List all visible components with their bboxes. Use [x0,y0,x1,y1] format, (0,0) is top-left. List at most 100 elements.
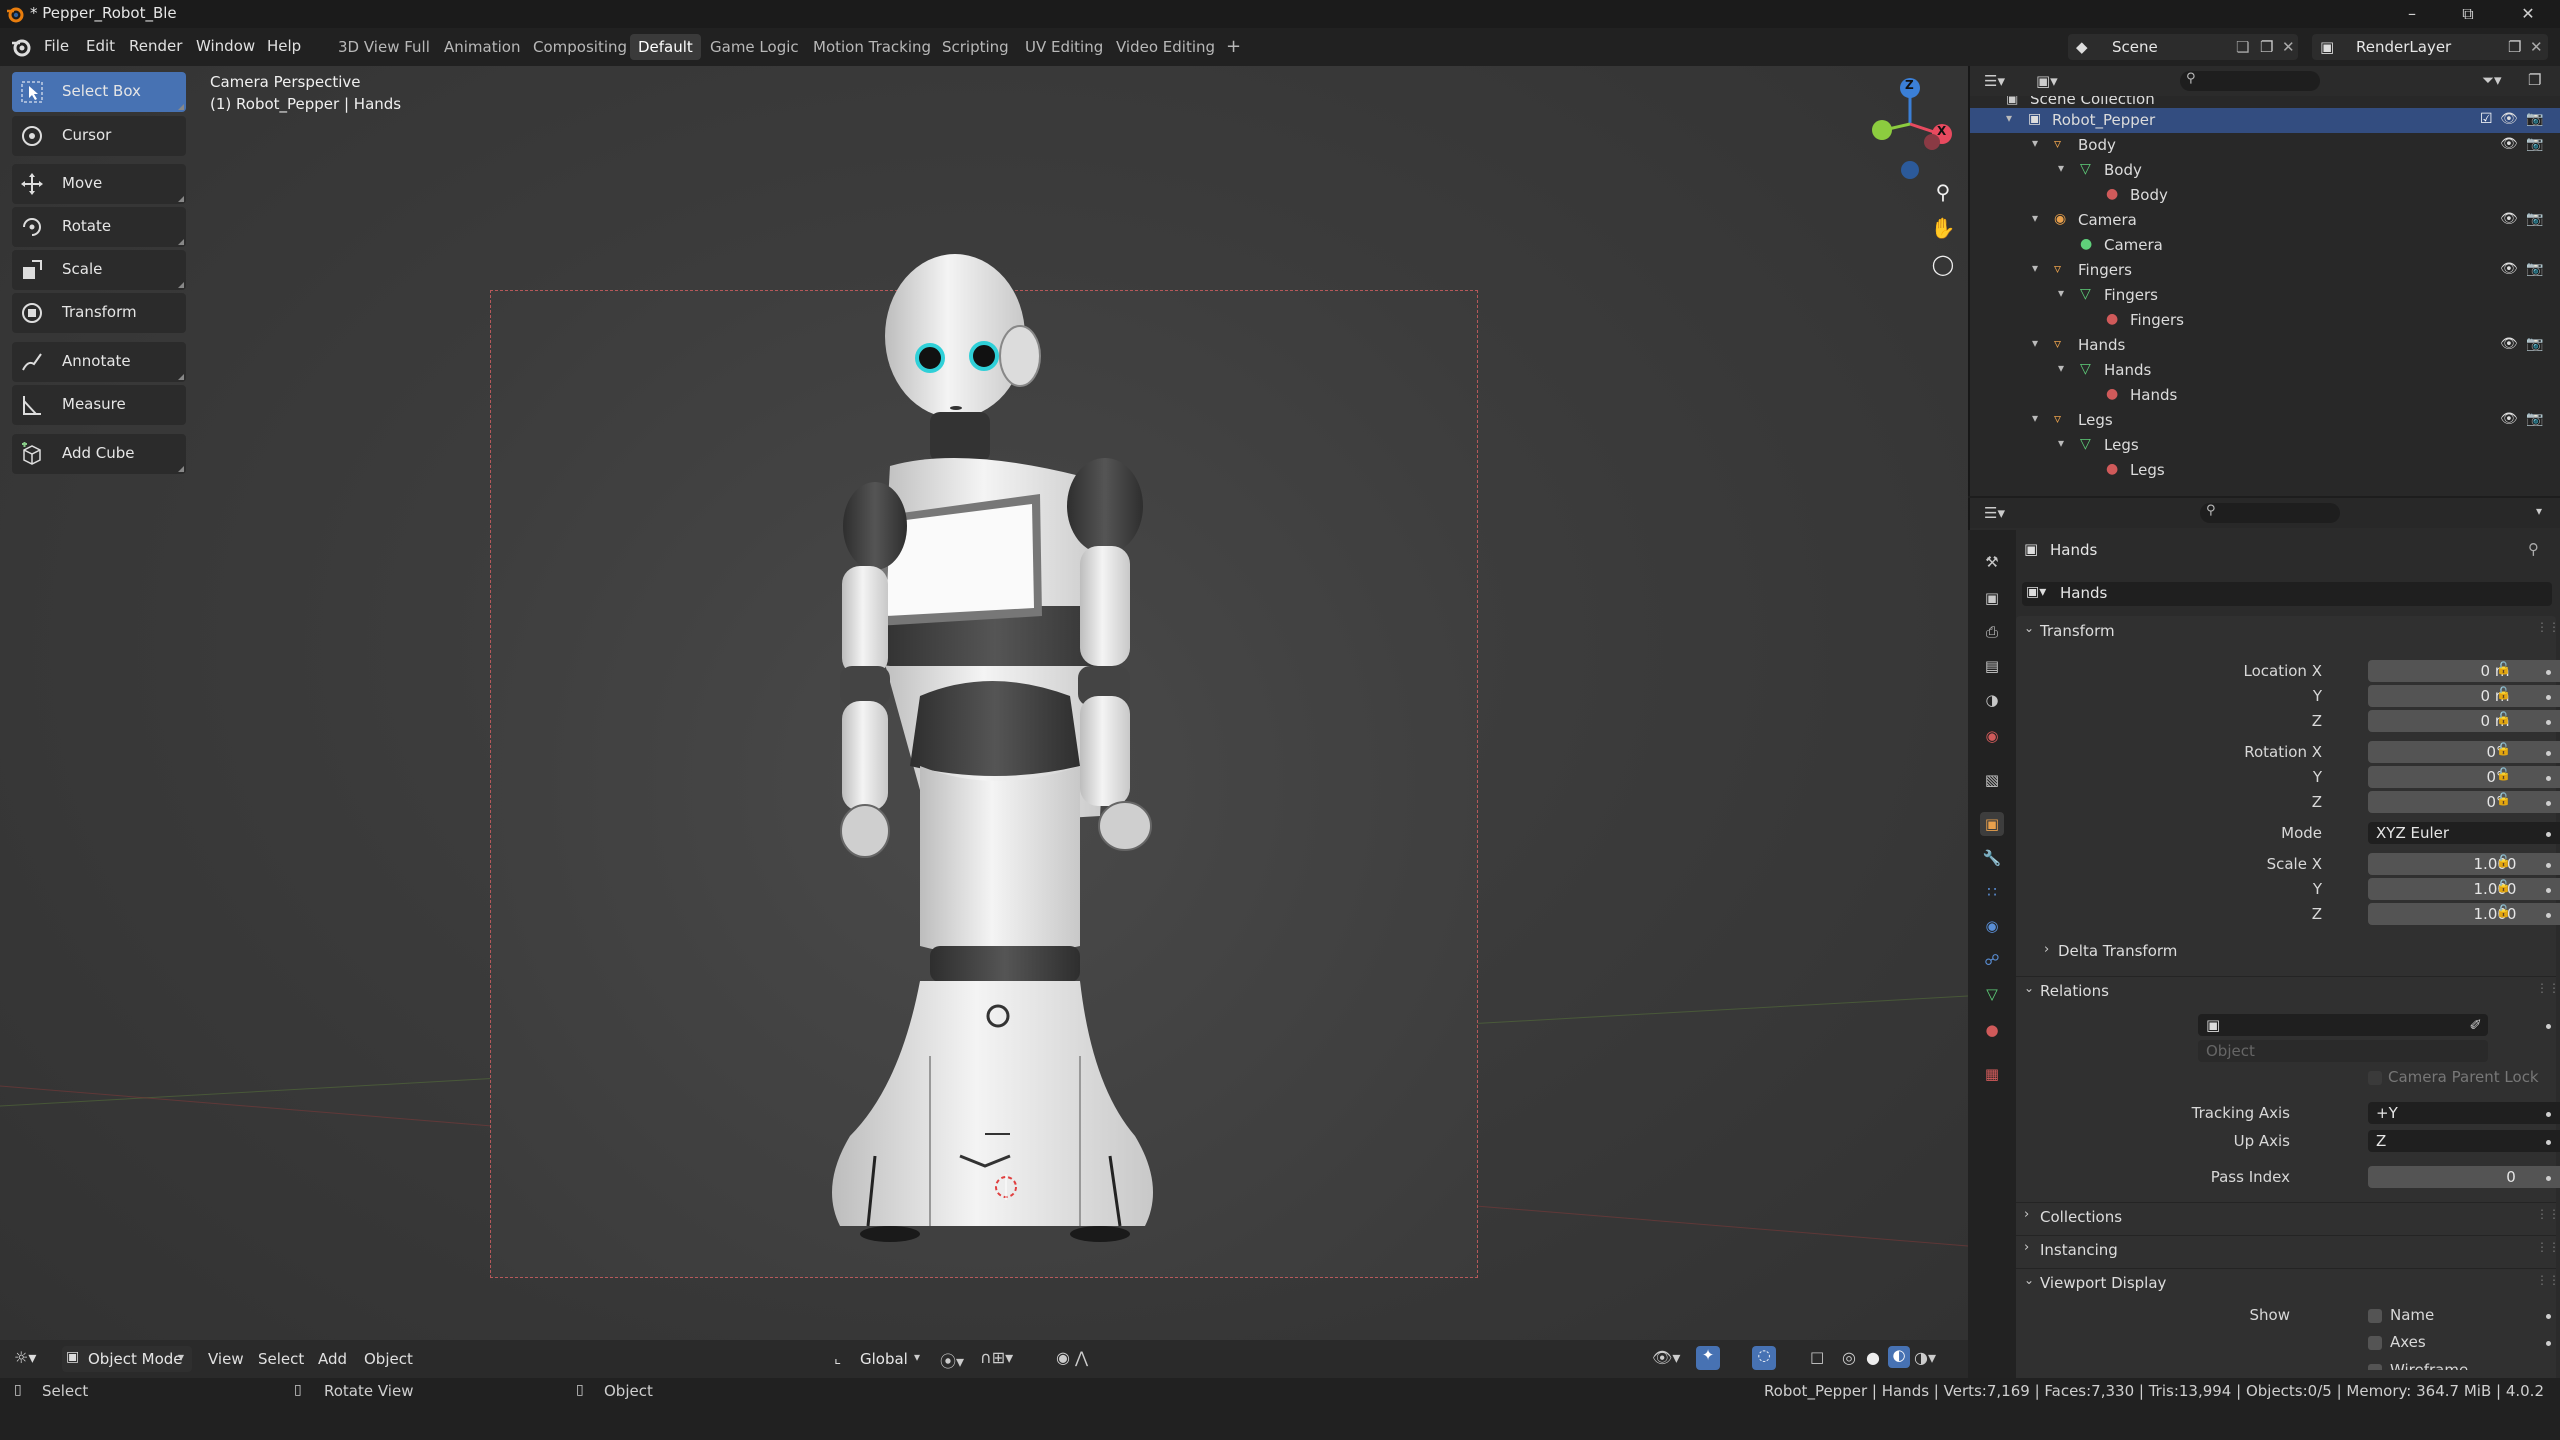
tool-transform[interactable]: Transform [12,293,186,333]
instancing-section-header[interactable]: › Instancing ⋮⋮ [2016,1235,2560,1264]
keyframe-dot-icon[interactable] [2546,776,2551,781]
show-axes-checkbox[interactable] [2368,1336,2382,1350]
add-workspace-icon[interactable]: + [1218,34,1249,60]
drag-handle-icon[interactable]: ⋮⋮ [2536,981,2560,995]
pin-icon[interactable]: ⚲ [2528,540,2539,558]
tab-scripting[interactable]: Scripting [934,34,1017,60]
keyframe-dot-icon[interactable] [2546,832,2551,837]
outliner-item[interactable]: ▾ ▽ Body [1970,158,2560,183]
tool-add-cube[interactable]: Add Cube [12,434,186,474]
keyframe-dot-icon[interactable] [2546,1112,2551,1117]
scene-tab-icon[interactable]: ◑ [1980,688,2004,712]
relations-section-header[interactable]: ⌄ Relations ⋮⋮ [2016,976,2560,1005]
editor-type-icon[interactable]: ☼▾ [14,1348,36,1367]
rotation-x-field[interactable]: 0° [2368,741,2560,763]
outliner-item[interactable]: ▾ ▿ Fingers 👁 📷 [1970,258,2560,283]
expand-toggle-icon[interactable]: ▾ [2032,261,2038,275]
outliner-item[interactable]: ▾ ▿ Legs 👁 📷 [1970,408,2560,433]
orientation-selector[interactable]: ⌞ Global ▾ [830,1346,930,1372]
world-tab-icon[interactable]: ◉ [1980,724,2004,748]
outliner-item[interactable]: ● Body [1970,183,2560,208]
location-z-field[interactable]: 0 m [2368,710,2560,732]
view-layer-tab-icon[interactable]: ▤ [1980,654,2004,678]
lock-icon[interactable]: 🔓 [2496,686,2511,700]
keyframe-dot-icon[interactable] [2546,1314,2551,1319]
filter-icon[interactable]: ⏷▾ [2482,71,2502,89]
tab-motion-tracking[interactable]: Motion Tracking [805,34,939,60]
lock-icon[interactable]: 🔓 [2496,742,2511,756]
pass-index-field[interactable]: 0 [2368,1166,2560,1188]
expand-toggle-icon[interactable]: ▾ [2032,211,2038,225]
rotation-z-field[interactable]: 0° [2368,791,2560,813]
display-mode-icon[interactable]: ☰▾ [1984,72,2005,90]
tool-tab-icon[interactable]: ⚒ [1980,550,2004,574]
keyframe-dot-icon[interactable] [2546,695,2551,700]
scale-z-field[interactable]: 1.000 [2368,903,2560,925]
particles-tab-icon[interactable]: ∷ [1980,880,2004,904]
outliner-item[interactable]: ▾ ◉ Camera 👁 📷 [1970,208,2560,233]
expand-toggle-icon[interactable]: ▾ [2032,411,2038,425]
data-tab-icon[interactable]: ▽ [1980,982,2004,1006]
camera-render-icon[interactable]: 📷 [2526,136,2543,152]
lock-icon[interactable]: 🔓 [2496,661,2511,675]
camera-render-icon[interactable]: 📷 [2526,211,2543,227]
tool-select-box[interactable]: Select Box [12,72,186,112]
snap-icon[interactable]: ∩⊞▾ [980,1348,1013,1367]
delete-layer-icon[interactable]: ✕ [2530,34,2543,60]
scale-y-field[interactable]: 1.000 [2368,878,2560,900]
gizmo-toggle-icon[interactable]: ✦ [1696,1346,1720,1370]
lock-icon[interactable]: 🔓 [2496,904,2511,918]
outliner-item[interactable]: ● Legs [1970,458,2560,483]
keyframe-dot-icon[interactable] [2546,720,2551,725]
keyframe-dot-icon[interactable] [2546,1341,2551,1346]
delta-transform-header[interactable]: › Delta Transform [2044,942,2444,964]
lock-icon[interactable]: 🔓 [2496,792,2511,806]
drag-handle-icon[interactable]: ⋮⋮ [2536,1240,2560,1254]
tool-cursor[interactable]: Cursor [12,116,186,156]
eyedropper-icon[interactable]: ✐ [2469,1014,2482,1036]
object-name-field[interactable]: ▣▾ Hands [2022,582,2552,606]
lock-icon[interactable]: 🔓 [2496,854,2511,868]
render-tab-icon[interactable]: ▣ [1980,586,2004,610]
robot-pepper-model[interactable] [780,226,1200,1266]
outliner-item[interactable]: ▾ ▿ Hands 👁 📷 [1970,333,2560,358]
editor-type-icon[interactable]: ☰▾ [1984,504,2005,522]
overlay-toggle-icon[interactable]: ◌ [1752,1346,1776,1370]
outliner-item[interactable]: ▾ ▽ Fingers [1970,283,2560,308]
outliner-item[interactable]: ▾ ▿ Body 👁 📷 [1970,133,2560,158]
menu-file[interactable]: File [44,34,69,58]
proportional-edit-icon[interactable]: ◉ ⋀ [1056,1348,1088,1367]
tool-rotate[interactable]: Rotate [12,207,186,247]
camera-render-icon[interactable]: 📷 [2526,261,2543,277]
scale-x-field[interactable]: 1.000 [2368,853,2560,875]
output-tab-icon[interactable]: ⎙ [1980,620,2004,644]
render-layer-selector[interactable]: ▣ RenderLayer ❐ ✕ [2312,34,2548,60]
keyframe-dot-icon[interactable] [2546,863,2551,868]
expand-toggle-icon[interactable]: ▾ [2058,436,2064,450]
outliner-search-input[interactable]: ⚲ [2180,71,2320,91]
scene-selector[interactable]: ◆ Scene ❏ ❐ ✕ [2068,34,2298,60]
eye-visibility-icon[interactable]: 👁 [2500,336,2518,352]
show-name-checkbox[interactable] [2368,1309,2382,1323]
tab-default[interactable]: Default [630,34,701,60]
keyframe-dot-icon[interactable] [2546,1140,2551,1145]
tab-compositing[interactable]: Compositing [525,34,635,60]
outliner-item[interactable]: ● Hands [1970,383,2560,408]
3d-viewport[interactable]: Camera Perspective (1) Robot_Pepper | Ha… [0,66,1968,1352]
object-tab-icon[interactable]: ▣ [1980,812,2004,836]
tool-measure[interactable]: Measure [12,385,186,425]
tab-game-logic[interactable]: Game Logic [702,34,807,60]
menu-window[interactable]: Window [196,34,255,58]
menu-help[interactable]: Help [267,34,301,58]
close-window-button[interactable]: ✕ [2508,2,2548,26]
lock-icon[interactable]: 🔓 [2496,767,2511,781]
menu-edit[interactable]: Edit [86,34,115,58]
keyframe-dot-icon[interactable] [2546,751,2551,756]
zoom-icon[interactable]: ⚲ [1928,180,1958,210]
pin-icon[interactable]: ❏ [2236,34,2249,60]
options-chevron-icon[interactable]: ▾ [2536,504,2542,518]
material-tab-icon[interactable]: ● [1980,1018,2004,1042]
keyframe-dot-icon[interactable] [2546,913,2551,918]
rotation-y-field[interactable]: 0° [2368,766,2560,788]
physics-tab-icon[interactable]: ◉ [1980,914,2004,938]
